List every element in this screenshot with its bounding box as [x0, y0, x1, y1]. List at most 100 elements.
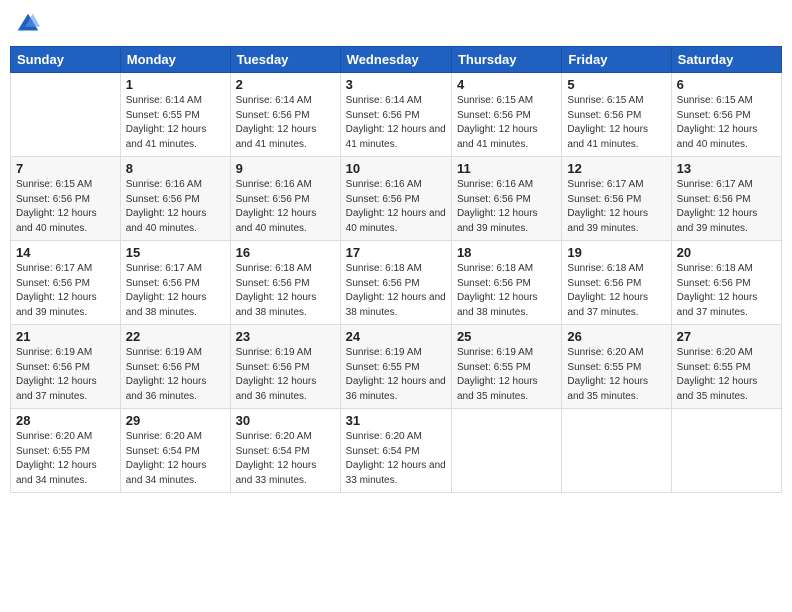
cell-info: Sunrise: 6:18 AMSunset: 6:56 PMDaylight:…	[346, 262, 446, 320]
day-number: 25	[457, 329, 556, 344]
day-number: 21	[16, 329, 115, 344]
calendar-cell	[562, 409, 671, 493]
day-number: 30	[236, 413, 335, 428]
cell-info: Sunrise: 6:20 AMSunset: 6:54 PMDaylight:…	[126, 430, 225, 488]
cell-info: Sunrise: 6:15 AMSunset: 6:56 PMDaylight:…	[16, 178, 115, 236]
cell-info: Sunrise: 6:18 AMSunset: 6:56 PMDaylight:…	[567, 262, 665, 320]
cell-info: Sunrise: 6:19 AMSunset: 6:56 PMDaylight:…	[236, 346, 335, 404]
cell-info: Sunrise: 6:16 AMSunset: 6:56 PMDaylight:…	[457, 178, 556, 236]
calendar-week-3: 14 Sunrise: 6:17 AMSunset: 6:56 PMDaylig…	[11, 241, 782, 325]
logo	[14, 10, 46, 38]
calendar-cell: 15 Sunrise: 6:17 AMSunset: 6:56 PMDaylig…	[120, 241, 230, 325]
cell-info: Sunrise: 6:15 AMSunset: 6:56 PMDaylight:…	[677, 94, 776, 152]
calendar-cell: 18 Sunrise: 6:18 AMSunset: 6:56 PMDaylig…	[451, 241, 561, 325]
logo-icon	[14, 10, 42, 38]
cell-info: Sunrise: 6:16 AMSunset: 6:56 PMDaylight:…	[126, 178, 225, 236]
calendar-cell: 4 Sunrise: 6:15 AMSunset: 6:56 PMDayligh…	[451, 73, 561, 157]
calendar-cell: 17 Sunrise: 6:18 AMSunset: 6:56 PMDaylig…	[340, 241, 451, 325]
cell-info: Sunrise: 6:19 AMSunset: 6:56 PMDaylight:…	[16, 346, 115, 404]
calendar-cell: 6 Sunrise: 6:15 AMSunset: 6:56 PMDayligh…	[671, 73, 781, 157]
cell-info: Sunrise: 6:20 AMSunset: 6:55 PMDaylight:…	[677, 346, 776, 404]
weekday-header-friday: Friday	[562, 47, 671, 73]
calendar-table: SundayMondayTuesdayWednesdayThursdayFrid…	[10, 46, 782, 493]
calendar-week-1: 1 Sunrise: 6:14 AMSunset: 6:55 PMDayligh…	[11, 73, 782, 157]
weekday-header-saturday: Saturday	[671, 47, 781, 73]
day-number: 28	[16, 413, 115, 428]
calendar-cell: 5 Sunrise: 6:15 AMSunset: 6:56 PMDayligh…	[562, 73, 671, 157]
cell-info: Sunrise: 6:17 AMSunset: 6:56 PMDaylight:…	[126, 262, 225, 320]
day-number: 26	[567, 329, 665, 344]
calendar-cell: 29 Sunrise: 6:20 AMSunset: 6:54 PMDaylig…	[120, 409, 230, 493]
calendar-cell: 23 Sunrise: 6:19 AMSunset: 6:56 PMDaylig…	[230, 325, 340, 409]
cell-info: Sunrise: 6:17 AMSunset: 6:56 PMDaylight:…	[16, 262, 115, 320]
cell-info: Sunrise: 6:18 AMSunset: 6:56 PMDaylight:…	[677, 262, 776, 320]
calendar-cell: 25 Sunrise: 6:19 AMSunset: 6:55 PMDaylig…	[451, 325, 561, 409]
cell-info: Sunrise: 6:20 AMSunset: 6:54 PMDaylight:…	[236, 430, 335, 488]
day-number: 22	[126, 329, 225, 344]
weekday-header-thursday: Thursday	[451, 47, 561, 73]
day-number: 23	[236, 329, 335, 344]
day-number: 6	[677, 77, 776, 92]
calendar-week-5: 28 Sunrise: 6:20 AMSunset: 6:55 PMDaylig…	[11, 409, 782, 493]
calendar-cell: 26 Sunrise: 6:20 AMSunset: 6:55 PMDaylig…	[562, 325, 671, 409]
calendar-cell: 31 Sunrise: 6:20 AMSunset: 6:54 PMDaylig…	[340, 409, 451, 493]
calendar-cell	[451, 409, 561, 493]
calendar-cell: 13 Sunrise: 6:17 AMSunset: 6:56 PMDaylig…	[671, 157, 781, 241]
calendar-cell	[11, 73, 121, 157]
calendar-cell: 9 Sunrise: 6:16 AMSunset: 6:56 PMDayligh…	[230, 157, 340, 241]
calendar-cell: 19 Sunrise: 6:18 AMSunset: 6:56 PMDaylig…	[562, 241, 671, 325]
weekday-header-sunday: Sunday	[11, 47, 121, 73]
day-number: 3	[346, 77, 446, 92]
calendar-cell: 16 Sunrise: 6:18 AMSunset: 6:56 PMDaylig…	[230, 241, 340, 325]
calendar-cell: 2 Sunrise: 6:14 AMSunset: 6:56 PMDayligh…	[230, 73, 340, 157]
day-number: 8	[126, 161, 225, 176]
weekday-header-tuesday: Tuesday	[230, 47, 340, 73]
day-number: 18	[457, 245, 556, 260]
weekday-header-monday: Monday	[120, 47, 230, 73]
calendar-cell: 20 Sunrise: 6:18 AMSunset: 6:56 PMDaylig…	[671, 241, 781, 325]
cell-info: Sunrise: 6:18 AMSunset: 6:56 PMDaylight:…	[457, 262, 556, 320]
day-number: 17	[346, 245, 446, 260]
calendar-cell: 24 Sunrise: 6:19 AMSunset: 6:55 PMDaylig…	[340, 325, 451, 409]
cell-info: Sunrise: 6:20 AMSunset: 6:55 PMDaylight:…	[16, 430, 115, 488]
day-number: 12	[567, 161, 665, 176]
calendar-cell: 14 Sunrise: 6:17 AMSunset: 6:56 PMDaylig…	[11, 241, 121, 325]
calendar-cell: 27 Sunrise: 6:20 AMSunset: 6:55 PMDaylig…	[671, 325, 781, 409]
cell-info: Sunrise: 6:15 AMSunset: 6:56 PMDaylight:…	[567, 94, 665, 152]
day-number: 10	[346, 161, 446, 176]
day-number: 15	[126, 245, 225, 260]
calendar-cell: 28 Sunrise: 6:20 AMSunset: 6:55 PMDaylig…	[11, 409, 121, 493]
calendar-cell: 21 Sunrise: 6:19 AMSunset: 6:56 PMDaylig…	[11, 325, 121, 409]
calendar-cell: 12 Sunrise: 6:17 AMSunset: 6:56 PMDaylig…	[562, 157, 671, 241]
cell-info: Sunrise: 6:20 AMSunset: 6:55 PMDaylight:…	[567, 346, 665, 404]
day-number: 13	[677, 161, 776, 176]
calendar-week-4: 21 Sunrise: 6:19 AMSunset: 6:56 PMDaylig…	[11, 325, 782, 409]
cell-info: Sunrise: 6:17 AMSunset: 6:56 PMDaylight:…	[677, 178, 776, 236]
day-number: 1	[126, 77, 225, 92]
day-number: 7	[16, 161, 115, 176]
cell-info: Sunrise: 6:16 AMSunset: 6:56 PMDaylight:…	[346, 178, 446, 236]
calendar-cell: 8 Sunrise: 6:16 AMSunset: 6:56 PMDayligh…	[120, 157, 230, 241]
cell-info: Sunrise: 6:14 AMSunset: 6:56 PMDaylight:…	[236, 94, 335, 152]
calendar-cell: 10 Sunrise: 6:16 AMSunset: 6:56 PMDaylig…	[340, 157, 451, 241]
weekday-header-wednesday: Wednesday	[340, 47, 451, 73]
cell-info: Sunrise: 6:16 AMSunset: 6:56 PMDaylight:…	[236, 178, 335, 236]
cell-info: Sunrise: 6:18 AMSunset: 6:56 PMDaylight:…	[236, 262, 335, 320]
day-number: 5	[567, 77, 665, 92]
calendar-week-2: 7 Sunrise: 6:15 AMSunset: 6:56 PMDayligh…	[11, 157, 782, 241]
day-number: 9	[236, 161, 335, 176]
calendar-cell: 1 Sunrise: 6:14 AMSunset: 6:55 PMDayligh…	[120, 73, 230, 157]
cell-info: Sunrise: 6:15 AMSunset: 6:56 PMDaylight:…	[457, 94, 556, 152]
day-number: 31	[346, 413, 446, 428]
calendar-cell: 11 Sunrise: 6:16 AMSunset: 6:56 PMDaylig…	[451, 157, 561, 241]
cell-info: Sunrise: 6:17 AMSunset: 6:56 PMDaylight:…	[567, 178, 665, 236]
day-number: 4	[457, 77, 556, 92]
day-number: 11	[457, 161, 556, 176]
day-number: 29	[126, 413, 225, 428]
day-number: 24	[346, 329, 446, 344]
cell-info: Sunrise: 6:14 AMSunset: 6:55 PMDaylight:…	[126, 94, 225, 152]
day-number: 20	[677, 245, 776, 260]
day-number: 27	[677, 329, 776, 344]
calendar-cell: 3 Sunrise: 6:14 AMSunset: 6:56 PMDayligh…	[340, 73, 451, 157]
cell-info: Sunrise: 6:19 AMSunset: 6:55 PMDaylight:…	[346, 346, 446, 404]
